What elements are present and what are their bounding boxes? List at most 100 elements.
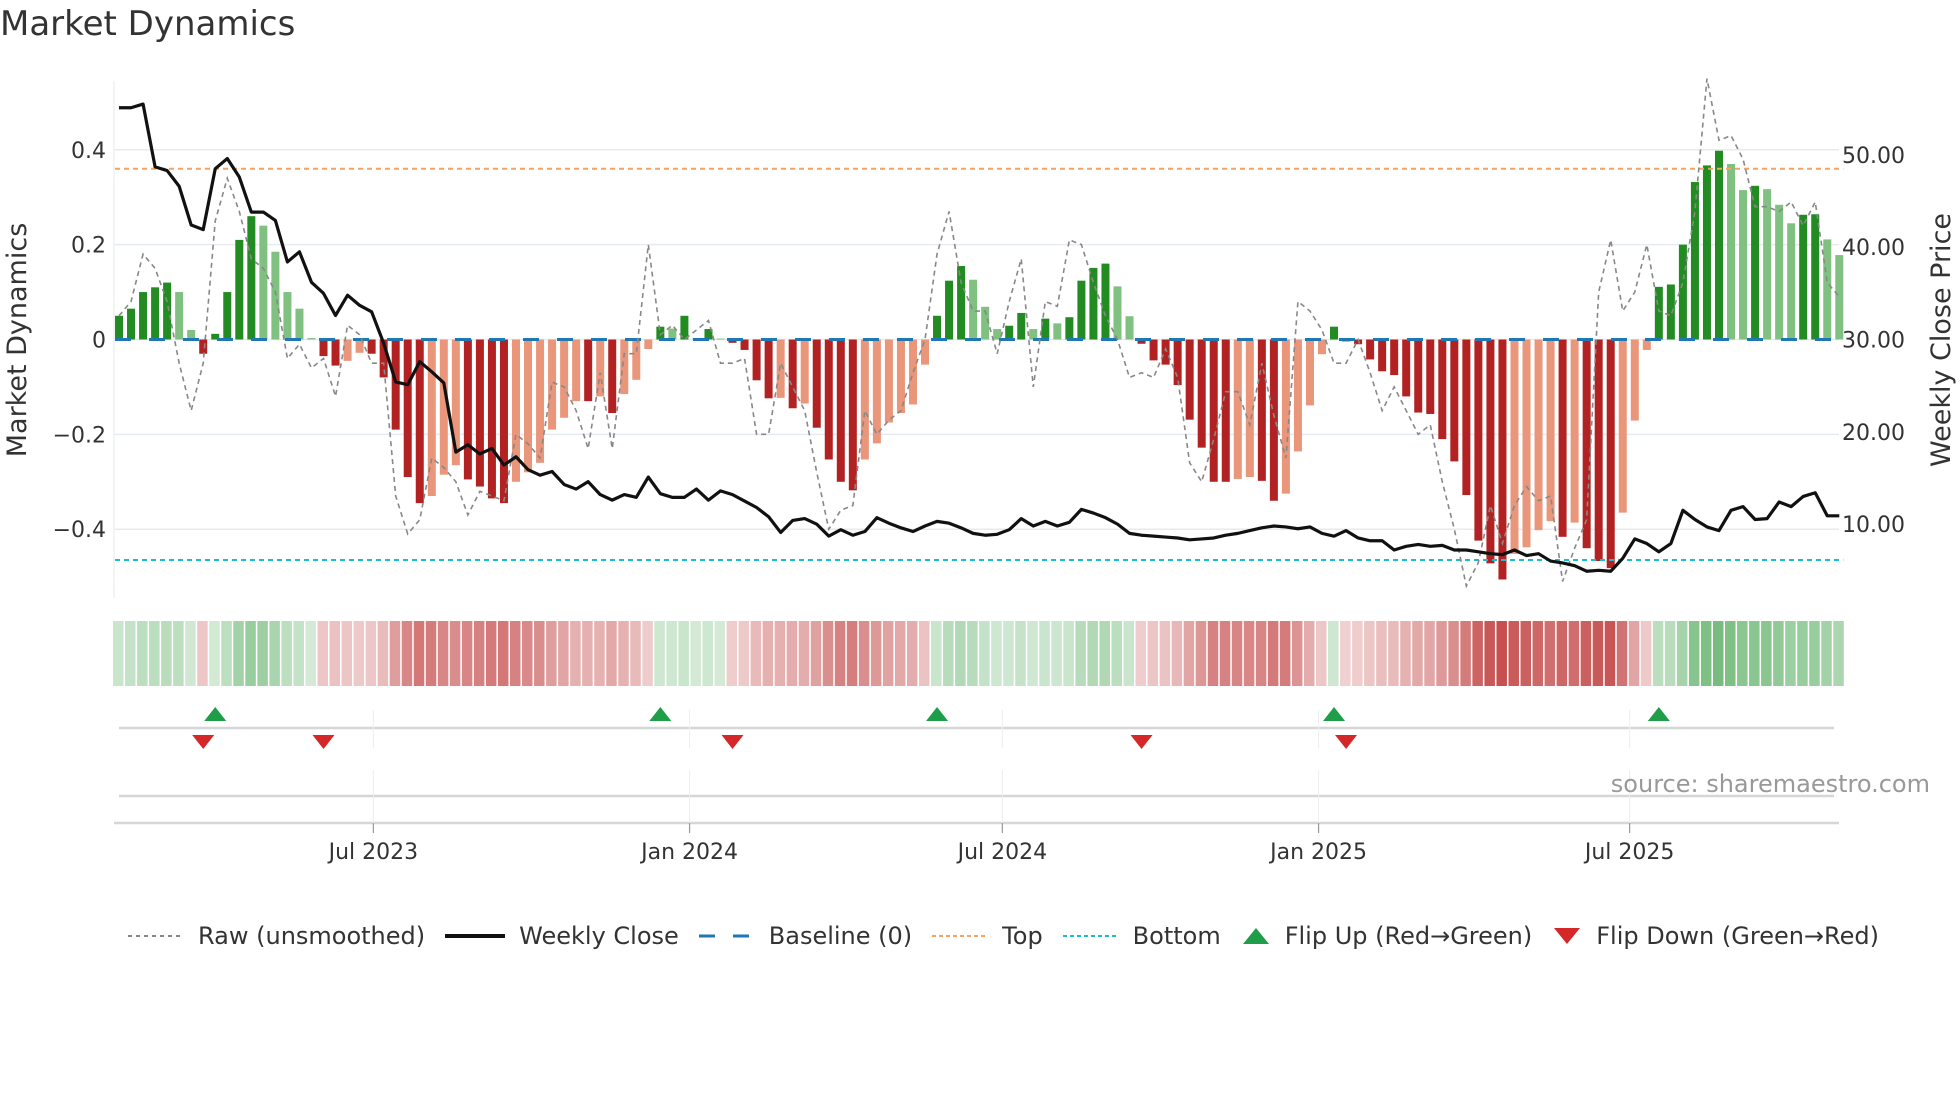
chart-legend: Raw (unsmoothed) Weekly Close Baseline (… <box>128 922 1899 950</box>
heatmap-cell <box>1267 621 1279 686</box>
momentum-bar <box>969 279 978 340</box>
heatmap-cell <box>209 621 220 686</box>
momentum-bar <box>1017 312 1026 340</box>
raw-series-line <box>118 78 1840 589</box>
y2-tick-label: 30.00 <box>1842 329 1905 354</box>
source-credit: source: sharemaestro.com <box>1610 770 1930 798</box>
momentum-bar <box>921 339 930 365</box>
momentum-bar <box>812 339 821 428</box>
momentum-bar <box>1318 339 1326 355</box>
heatmap-cell <box>1580 621 1592 686</box>
flip-down-marker <box>312 735 335 749</box>
heatmap-cell <box>967 621 978 686</box>
legend-label: Flip Down (Green→Red) <box>1596 922 1879 950</box>
y2-tick-label: 20.00 <box>1842 421 1905 446</box>
legend-item-flip-up: Flip Up (Red→Green) <box>1241 922 1532 950</box>
heatmap-cell <box>245 621 256 686</box>
momentum-bar <box>295 308 304 340</box>
legend-label: Weekly Close <box>519 922 679 950</box>
momentum-bar <box>596 339 605 397</box>
heatmap-cell <box>1833 621 1844 686</box>
heatmap-cell <box>341 621 353 686</box>
momentum-bar <box>1630 339 1639 421</box>
momentum-bar <box>536 339 545 463</box>
heatmap-cell <box>437 621 449 686</box>
heatmap-cell <box>1544 621 1556 686</box>
heatmap-cell <box>1328 621 1339 686</box>
weekly-close-line <box>119 102 1840 573</box>
momentum-bar <box>1065 317 1074 340</box>
momentum-bar <box>127 308 136 340</box>
heatmap-cell <box>197 621 208 686</box>
momentum-bar <box>1763 189 1772 340</box>
heatmap-cell <box>1159 621 1171 686</box>
heatmap-cell <box>1725 621 1736 686</box>
y-axis-label: Market Dynamics <box>2 223 33 458</box>
heatmap-cell <box>161 621 172 686</box>
momentum-bar <box>1558 339 1567 537</box>
heatmap-cell <box>666 621 677 686</box>
momentum-bar <box>1702 165 1711 340</box>
momentum-bar <box>1269 339 1278 501</box>
momentum-bar <box>1233 339 1242 479</box>
heatmap-cell <box>1364 621 1375 686</box>
momentum-bar <box>223 292 232 340</box>
heatmap-cell <box>1604 621 1616 686</box>
y2-tick-label: 40.00 <box>1842 236 1905 261</box>
flip-up-marker <box>926 707 949 721</box>
momentum-bar <box>283 292 292 340</box>
heatmap-cell <box>738 621 750 686</box>
heatmap-cell <box>1568 621 1580 686</box>
heatmap-cell <box>1664 621 1676 686</box>
heatmap-cell <box>943 621 954 686</box>
momentum-bar <box>957 265 966 340</box>
flip-down-marker <box>192 735 215 749</box>
y-tick-label: 0.2 <box>71 234 106 259</box>
momentum-bar <box>668 328 677 340</box>
momentum-bar <box>1462 339 1471 496</box>
heatmap-cell <box>786 621 798 686</box>
heatmap-cell <box>558 621 569 686</box>
momentum-bar <box>163 282 172 340</box>
momentum-bar <box>1101 263 1110 340</box>
heatmap-cell <box>1821 621 1832 686</box>
heatmap-cell <box>882 621 894 686</box>
legend-item-flip-down: Flip Down (Green→Red) <box>1552 922 1879 950</box>
momentum-bar <box>1149 339 1158 361</box>
heatmap-cell <box>509 621 521 686</box>
legend-item-close: Weekly Close <box>445 922 679 950</box>
heatmap-cell <box>1496 621 1507 686</box>
momentum-bar <box>271 251 280 340</box>
legend-item-baseline: Baseline (0) <box>698 922 912 950</box>
heatmap-cell <box>1592 621 1604 686</box>
heatmap-cell <box>1219 621 1231 686</box>
heatmap-cell <box>1003 621 1014 686</box>
heatmap-cell <box>377 621 389 686</box>
momentum-bar <box>1799 214 1808 340</box>
x-tick-label: Jan 2024 <box>639 840 738 865</box>
momentum-bar <box>1486 339 1495 564</box>
heatmap-cell <box>570 621 581 686</box>
heatmap-cell <box>485 621 497 686</box>
heatmap-cell <box>955 621 966 686</box>
momentum-bar <box>1787 223 1796 340</box>
momentum-bar <box>1739 190 1748 340</box>
momentum-bar <box>1426 339 1435 414</box>
y-tick-label: 0.4 <box>71 139 106 164</box>
heatmap-cell <box>473 621 485 686</box>
momentum-bar <box>1161 339 1170 365</box>
heatmap-cell <box>919 621 930 686</box>
triangle-down-icon <box>1554 928 1581 944</box>
momentum-bar <box>632 339 641 380</box>
momentum-bar <box>572 339 581 402</box>
momentum-bar <box>475 339 484 487</box>
heatmap-cell <box>678 621 689 686</box>
momentum-bar <box>367 339 376 354</box>
heatmap-cell <box>1484 621 1495 686</box>
heatmap-cell <box>642 621 653 686</box>
momentum-bar <box>1438 339 1447 440</box>
momentum-bar <box>1450 339 1459 462</box>
heatmap-cell <box>1556 621 1568 686</box>
legend-label: Raw (unsmoothed) <box>198 922 426 950</box>
flip-up-marker <box>1647 707 1670 721</box>
